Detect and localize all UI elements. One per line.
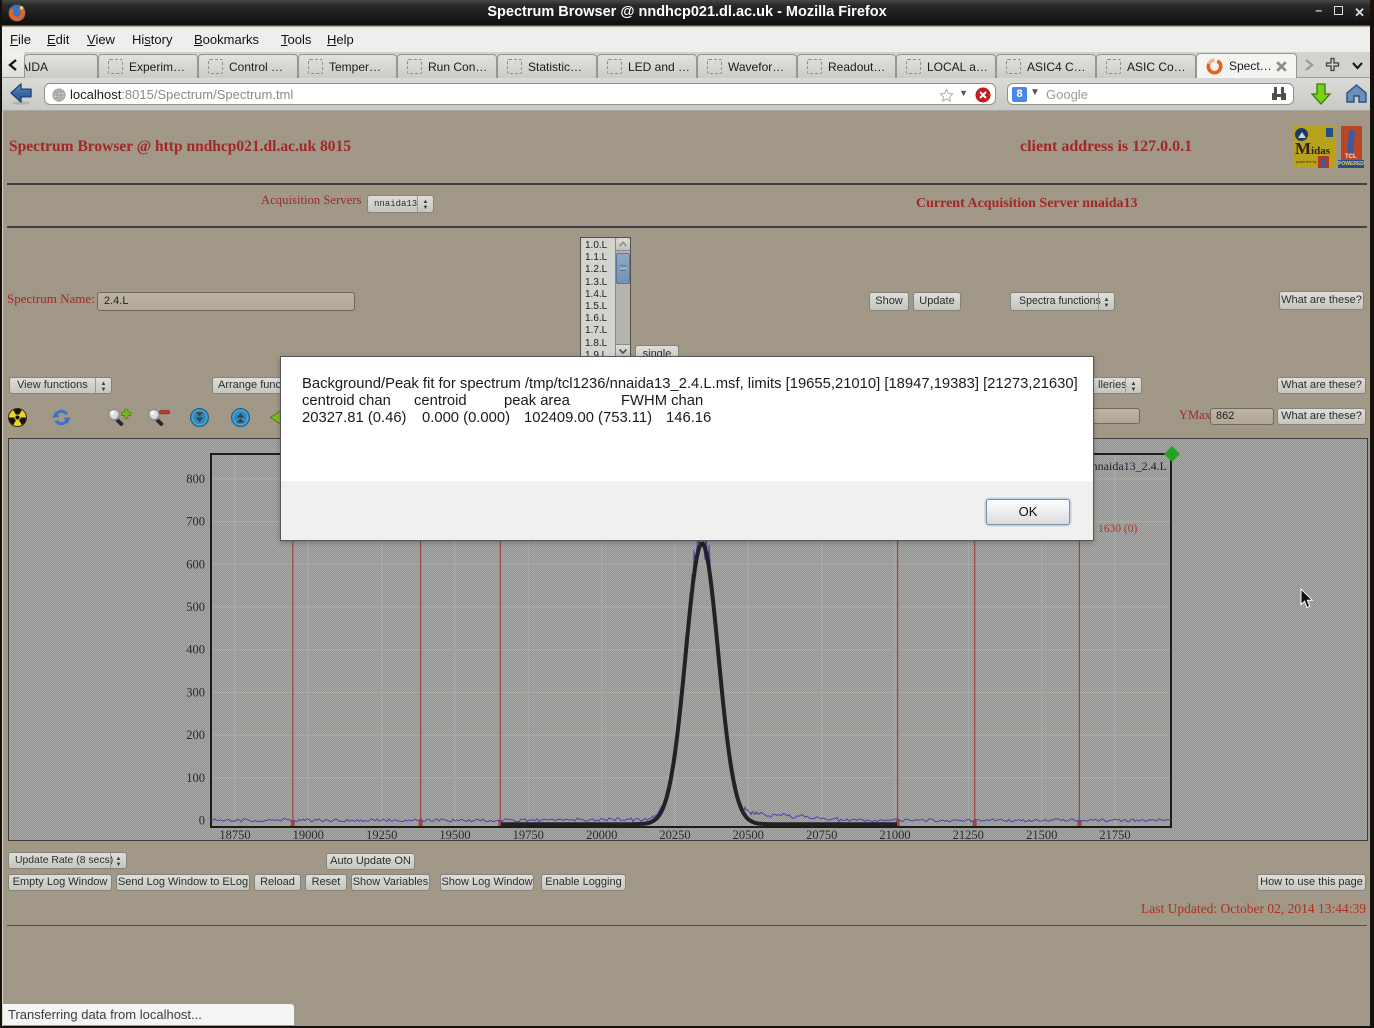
svg-text:19000: 19000: [293, 828, 324, 842]
svg-text:19500: 19500: [439, 828, 470, 842]
svg-text:300: 300: [186, 685, 205, 699]
svg-text:19750: 19750: [513, 828, 544, 842]
svg-text:600: 600: [186, 557, 205, 571]
svg-text:500: 500: [186, 600, 205, 614]
svg-text:100: 100: [186, 771, 205, 785]
svg-text:19250: 19250: [366, 828, 397, 842]
svg-text:20750: 20750: [806, 828, 837, 842]
svg-text:400: 400: [186, 643, 205, 657]
svg-text:800: 800: [186, 472, 205, 486]
svg-text:20000: 20000: [586, 828, 617, 842]
svg-text:0: 0: [199, 814, 205, 828]
svg-text:20250: 20250: [659, 828, 690, 842]
svg-text:20500: 20500: [733, 828, 764, 842]
svg-text:1630 (0): 1630 (0): [1098, 523, 1137, 535]
svg-text:nnaida13_2.4.L: nnaida13_2.4.L: [1092, 459, 1167, 473]
svg-text:21750: 21750: [1099, 828, 1130, 842]
svg-text:200: 200: [186, 728, 205, 742]
svg-text:21500: 21500: [1026, 828, 1057, 842]
svg-text:18750: 18750: [219, 828, 250, 842]
svg-text:700: 700: [186, 515, 205, 529]
svg-text:21000: 21000: [879, 828, 910, 842]
svg-text:21250: 21250: [953, 828, 984, 842]
